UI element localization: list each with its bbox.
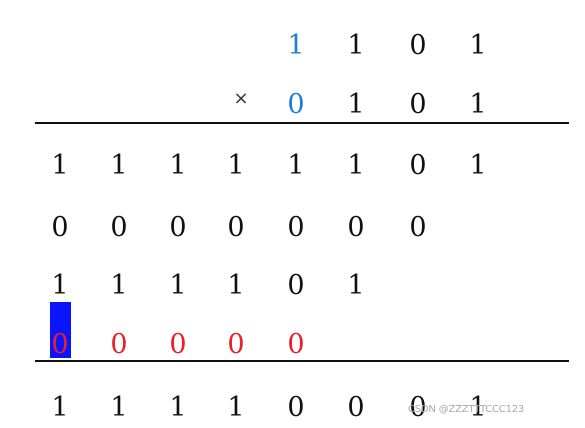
- digit: 0: [347, 392, 365, 423]
- digit: 0: [409, 89, 427, 120]
- digit: 1: [227, 270, 245, 301]
- digit: 0: [409, 30, 427, 61]
- digit: 1: [169, 150, 187, 181]
- digit: 0: [169, 329, 187, 360]
- binary-multiplication-diagram: 1 1 0 1 × 0 1 0 1 1 1 1 1 1 1 0 1 0 0 0 0 0 0 0 1 1 1 1 0 1 0 0 0 0…: [0, 0, 585, 428]
- digit: 0: [287, 89, 305, 120]
- digit: 0: [227, 329, 245, 360]
- digit: 0: [110, 212, 128, 243]
- digit: 1: [347, 89, 365, 120]
- digit: 1: [227, 392, 245, 423]
- digit: 0: [287, 270, 305, 301]
- digit: 1: [169, 270, 187, 301]
- digit: 1: [110, 392, 128, 423]
- digit: 0: [51, 329, 69, 360]
- digit: 1: [469, 150, 487, 181]
- digit: 1: [287, 150, 305, 181]
- digit: 1: [169, 392, 187, 423]
- digit: 0: [347, 212, 365, 243]
- digit: 1: [110, 150, 128, 181]
- bottom-rule: [35, 360, 569, 362]
- digit: 0: [287, 212, 305, 243]
- digit: 1: [51, 150, 69, 181]
- digit: 1: [110, 270, 128, 301]
- digit: 1: [347, 270, 365, 301]
- multiplication-sign: ×: [233, 88, 249, 109]
- digit: 0: [409, 212, 427, 243]
- digit: 1: [227, 150, 245, 181]
- digit: 1: [469, 89, 487, 120]
- digit: 1: [51, 392, 69, 423]
- digit: 1: [469, 30, 487, 61]
- digit: 0: [287, 329, 305, 360]
- digit: 1: [347, 30, 365, 61]
- watermark: CSDN @ZZZTTTCCC123: [408, 404, 525, 415]
- digit: 0: [110, 329, 128, 360]
- digit: 0: [287, 392, 305, 423]
- digit: 1: [287, 30, 305, 61]
- digit: 0: [51, 212, 69, 243]
- digit: 0: [409, 150, 427, 181]
- digit: 1: [347, 150, 365, 181]
- digit: 0: [169, 212, 187, 243]
- digit: 0: [227, 212, 245, 243]
- top-rule: [35, 122, 569, 124]
- digit: 1: [51, 270, 69, 301]
